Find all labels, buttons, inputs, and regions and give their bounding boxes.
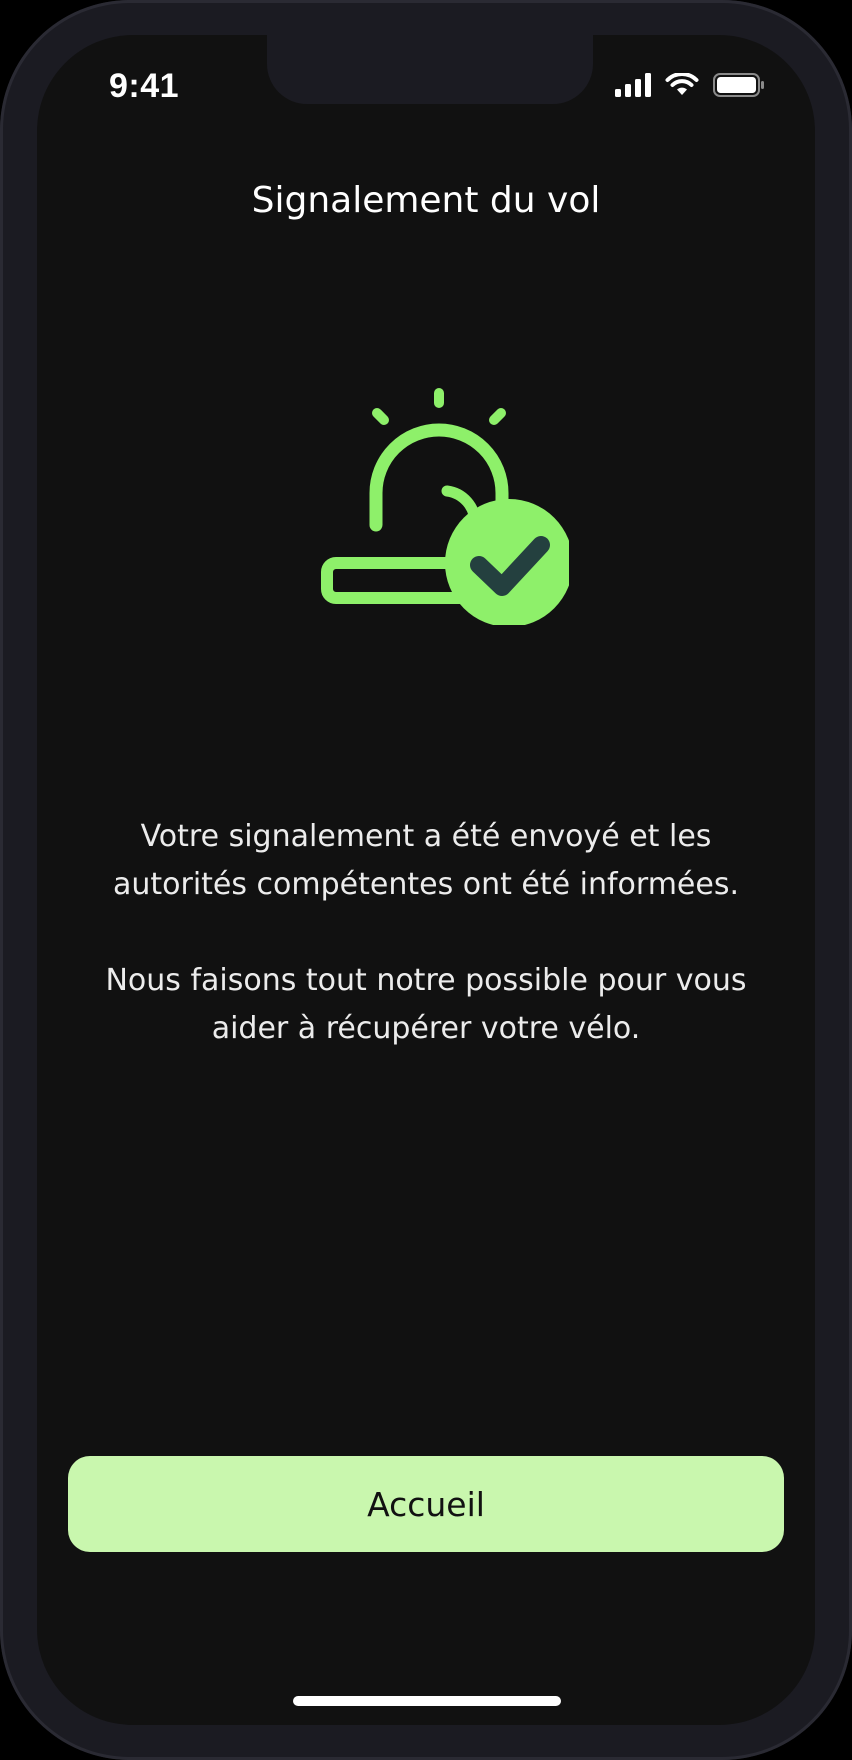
status-time: 9:41 [109,67,180,105]
status-icons [615,73,765,97]
notch [267,35,593,104]
message-paragraph-1: Votre signalement a été envoyé et les au… [112,819,739,902]
page-title: Signalement du vol [251,180,601,221]
home-indicator[interactable] [293,1696,561,1706]
screen: 9:41 Signalement du vol Votre signalemen… [37,35,815,1725]
cellular-signal-icon [615,73,651,97]
siren-check-icon [309,385,573,627]
wifi-icon [665,73,699,97]
battery-icon [713,73,765,97]
message-paragraph-2: Nous faisons tout notre possible pour vo… [105,963,747,1046]
home-button[interactable]: Accueil [68,1456,784,1552]
phone-frame: 9:41 Signalement du vol Votre signalemen… [0,0,852,1760]
confirmation-message: Votre signalement a été envoyé et les au… [77,813,775,1053]
